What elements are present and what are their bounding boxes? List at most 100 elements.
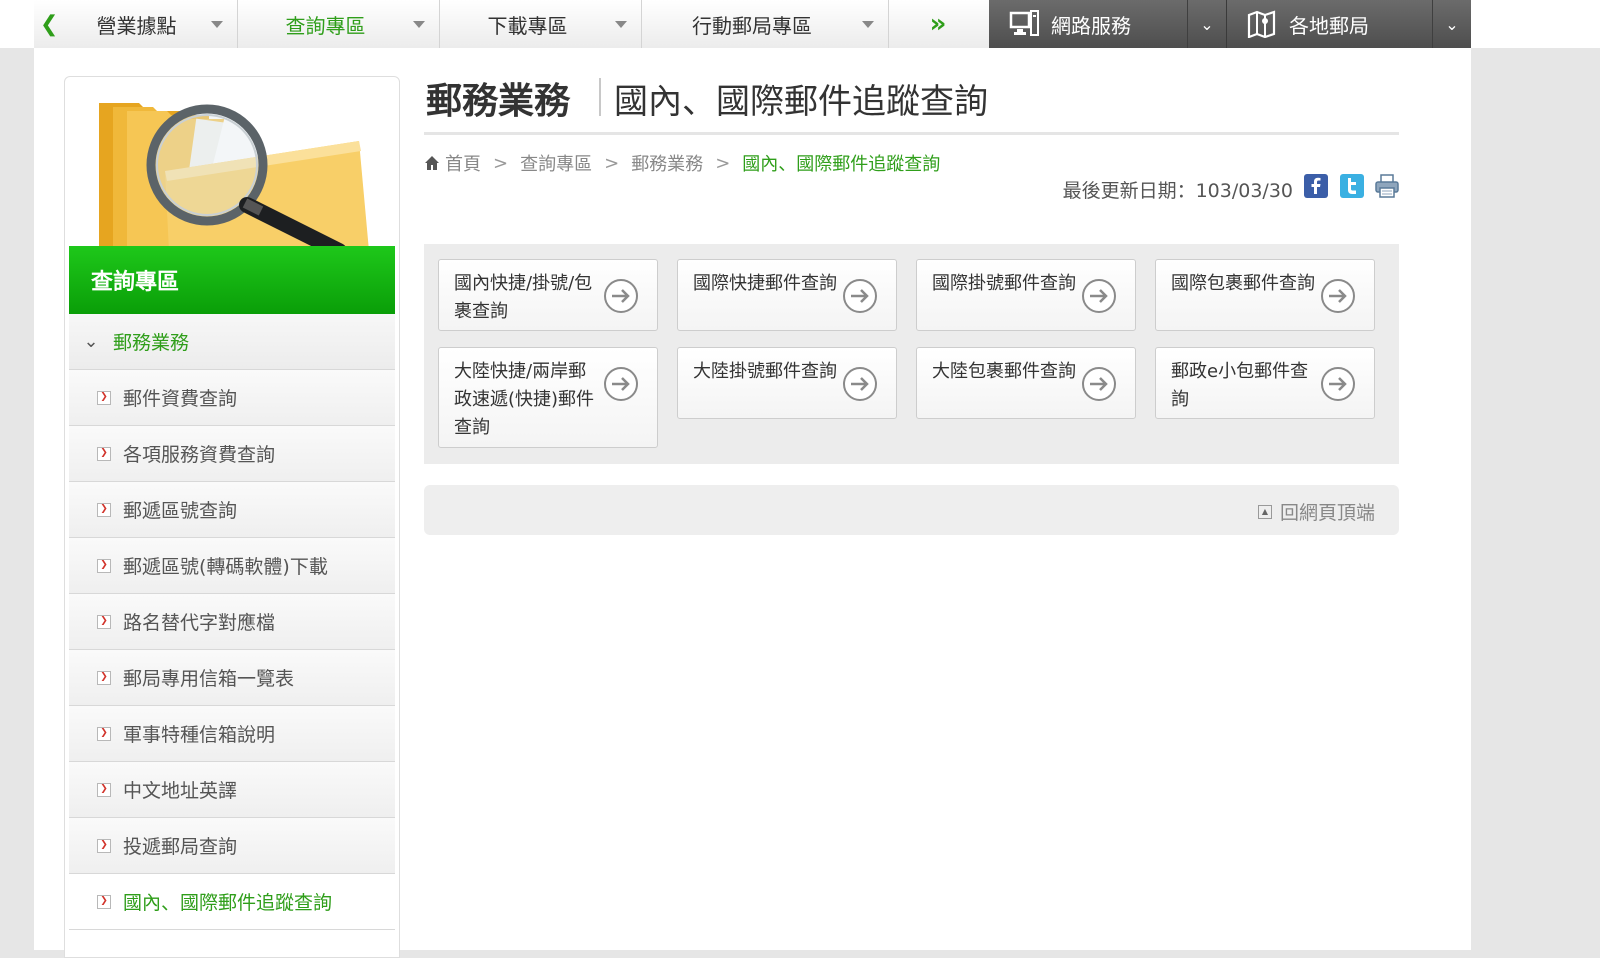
top-navigation: ❮ 營業據點 查詢專區 下載專區 行動郵局專區 » 網路服務 ⌄ 各地郵局 ⌄ — [0, 0, 1600, 49]
sidebar-section-label: 郵務業務 — [113, 332, 190, 354]
breadcrumb-separator: > — [493, 152, 509, 174]
arrow-right-circle-icon — [1321, 367, 1355, 401]
sidebar-item[interactable]: ❯ 中文地址英譯 — [69, 762, 395, 818]
tracking-card[interactable]: 國際掛號郵件查詢 — [916, 259, 1136, 331]
sidebar-item-label: 郵件資費查詢 — [123, 388, 238, 410]
nav-more-double-chevron-icon[interactable]: » — [903, 0, 973, 48]
sidebar-item-label: 郵局專用信箱一覽表 — [123, 668, 295, 690]
breadcrumb-separator: > — [715, 152, 731, 174]
sidebar-item[interactable]: ❯ 軍事特種信箱說明 — [69, 706, 395, 762]
tracking-card-label: 國際快捷郵件查詢 — [693, 273, 837, 294]
caret-down-icon — [413, 20, 425, 28]
sidebar-item-label: 國內、國際郵件追蹤查詢 — [123, 892, 333, 914]
chevron-right-icon: ❯ — [97, 726, 111, 741]
title-page-name: 國內、國際郵件追蹤查詢 — [614, 82, 988, 122]
nav-item-label: 營業據點 — [96, 13, 177, 38]
arrow-right-circle-icon — [1321, 279, 1355, 313]
chevron-right-icon: ❯ — [97, 390, 111, 405]
twitter-icon[interactable] — [1340, 174, 1364, 198]
nav-item-label: 下載專區 — [487, 13, 568, 38]
sidebar: 查詢專區 ⌄ 郵務業務 ❯ 郵件資費查詢 ❯ 各項服務資費查詢 ❯ 郵遞區號查詢 ❯ 郵… — [64, 76, 400, 958]
arrow-right-circle-icon — [843, 279, 877, 313]
nav-item-label: 行動郵局專區 — [692, 13, 812, 38]
sidebar-item[interactable]: ❯ 郵件資費查詢 — [69, 370, 395, 426]
back-to-top-label: 回網頁頂端 — [1279, 502, 1375, 524]
tracking-card-label: 大陸掛號郵件查詢 — [693, 361, 837, 382]
nav-dark-online-services[interactable]: 網路服務 ⌄ — [989, 0, 1227, 48]
print-icon[interactable] — [1375, 174, 1399, 198]
nav-item-download[interactable]: 下載專區 — [440, 0, 642, 48]
sidebar-item-current[interactable]: ❯ 國內、國際郵件追蹤查詢 — [69, 874, 395, 930]
tracking-card[interactable]: 國際快捷郵件查詢 — [677, 259, 897, 331]
breadcrumb: 首頁 > 查詢專區 > 郵務業務 > 國內、國際郵件追蹤查詢 — [424, 150, 940, 176]
nav-dark-local-offices[interactable]: 各地郵局 ⌄ — [1227, 0, 1471, 48]
chevron-right-icon: ❯ — [97, 502, 111, 517]
caret-up-icon: ▲ — [1257, 504, 1272, 519]
chevron-right-icon: ❯ — [97, 670, 111, 685]
sidebar-item[interactable]: ❯ 郵局專用信箱一覽表 — [69, 650, 395, 706]
sidebar-item[interactable]: ❯ 郵遞區號(轉碼軟體)下載 — [69, 538, 395, 594]
breadcrumb-home[interactable]: 首頁 — [445, 150, 481, 176]
sidebar-item[interactable]: ❯ 各項服務資費查詢 — [69, 426, 395, 482]
tracking-card-label: 郵政e小包郵件查詢 — [1171, 361, 1309, 410]
sidebar-item-label: 路名替代字對應檔 — [123, 612, 276, 634]
chevron-right-icon: ❯ — [97, 558, 111, 573]
tracking-card[interactable]: 國內快捷/掛號/包裹查詢 — [438, 259, 658, 331]
caret-down-icon — [862, 20, 874, 28]
chevron-right-icon: ❯ — [97, 894, 111, 909]
caret-down-icon — [615, 20, 627, 28]
sidebar-item-label: 軍事特種信箱說明 — [123, 724, 276, 746]
tracking-card-label: 大陸包裹郵件查詢 — [932, 361, 1076, 382]
nav-item-mobile[interactable]: 行動郵局專區 — [642, 0, 889, 48]
chevron-right-icon: ❯ — [97, 782, 111, 797]
sidebar-item[interactable]: ❯ 投遞郵局查詢 — [69, 818, 395, 874]
breadcrumb-current[interactable]: 國內、國際郵件追蹤查詢 — [742, 150, 940, 176]
facebook-icon[interactable] — [1304, 174, 1328, 198]
computer-icon — [1009, 10, 1039, 36]
sidebar-item-label: 投遞郵局查詢 — [123, 836, 238, 858]
tracking-card[interactable]: 郵政e小包郵件查詢 — [1155, 347, 1375, 419]
chevron-right-icon: ❯ — [97, 614, 111, 629]
back-to-top-bar: ▲ 回網頁頂端 — [424, 485, 1399, 535]
sidebar-item-label: 郵遞區號(轉碼軟體)下載 — [123, 556, 328, 578]
nav-back-chevron-icon[interactable]: ❮ — [40, 0, 58, 48]
folders-magnifier-illustration — [69, 81, 395, 251]
chevron-right-icon: ❯ — [97, 838, 111, 853]
home-icon — [425, 156, 439, 170]
tracking-link-grid: 國內快捷/掛號/包裹查詢 國際快捷郵件查詢 國際掛號郵件查詢 國際包裹郵件查詢 … — [424, 244, 1399, 464]
chevron-down-icon: ⌄ — [83, 331, 99, 352]
sidebar-item[interactable]: ❯ 郵遞區號查詢 — [69, 482, 395, 538]
tracking-card[interactable]: 大陸包裹郵件查詢 — [916, 347, 1136, 419]
sidebar-list: ❯ 郵件資費查詢 ❯ 各項服務資費查詢 ❯ 郵遞區號查詢 ❯ 郵遞區號(轉碼軟體)下載 … — [69, 370, 395, 930]
nav-dark-label: 網路服務 — [1051, 13, 1131, 38]
chevron-down-icon[interactable]: ⌄ — [1432, 0, 1471, 48]
tracking-card-label: 國內快捷/掛號/包裹查詢 — [454, 273, 593, 322]
breadcrumb-separator: > — [604, 152, 620, 174]
tracking-card[interactable]: 國際包裹郵件查詢 — [1155, 259, 1375, 331]
back-to-top-link[interactable]: ▲ 回網頁頂端 — [1257, 498, 1375, 525]
top-nav-bar: ❮ 營業據點 查詢專區 下載專區 行動郵局專區 » 網路服務 ⌄ 各地郵局 ⌄ — [34, 0, 1471, 49]
tracking-card[interactable]: 大陸快捷/兩岸郵政速遞(快捷)郵件查詢 — [438, 347, 658, 448]
page-title: 郵務業務 國內、國際郵件追蹤查詢 — [424, 72, 1399, 135]
arrow-right-circle-icon — [604, 367, 638, 401]
nav-item-locations[interactable]: 營業據點 — [62, 0, 238, 48]
sidebar-item-label: 郵遞區號查詢 — [123, 500, 238, 522]
nav-item-query[interactable]: 查詢專區 — [238, 0, 440, 48]
arrow-right-circle-icon — [1082, 279, 1116, 313]
tracking-card-label: 國際包裹郵件查詢 — [1171, 273, 1315, 294]
sidebar-item[interactable]: ❯ 路名替代字對應檔 — [69, 594, 395, 650]
title-divider — [599, 78, 601, 116]
breadcrumb-level1[interactable]: 查詢專區 — [520, 150, 592, 176]
arrow-right-circle-icon — [1082, 367, 1116, 401]
sidebar-section-postal[interactable]: ⌄ 郵務業務 — [69, 314, 395, 370]
caret-down-icon — [211, 20, 223, 28]
sidebar-heading: 查詢專區 — [69, 246, 395, 314]
nav-dark-label: 各地郵局 — [1289, 13, 1369, 38]
breadcrumb-level2[interactable]: 郵務業務 — [631, 150, 703, 176]
chevron-down-icon[interactable]: ⌄ — [1187, 0, 1226, 48]
arrow-right-circle-icon — [604, 279, 638, 313]
sidebar-item-label: 中文地址英譯 — [123, 780, 238, 802]
tracking-card[interactable]: 大陸掛號郵件查詢 — [677, 347, 897, 419]
nav-item-label: 查詢專區 — [285, 13, 366, 38]
title-section: 郵務業務 — [426, 81, 571, 122]
